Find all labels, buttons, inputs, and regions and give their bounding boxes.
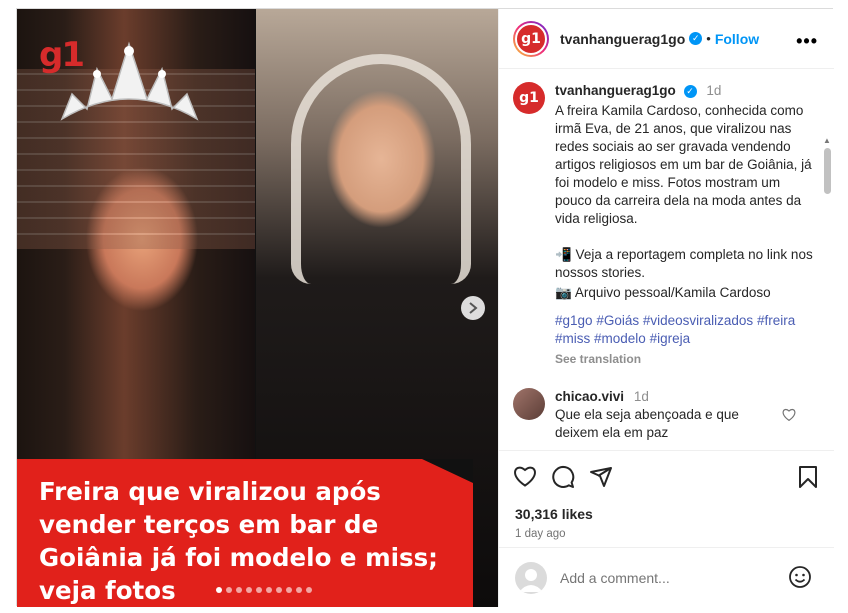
comments-scrollbar[interactable]: ▲ ▼ <box>822 134 832 450</box>
chevron-right-icon <box>469 302 478 314</box>
verified-icon: ✓ <box>689 32 703 45</box>
avatar[interactable]: g1 <box>513 20 549 57</box>
see-translation-button[interactable]: See translation <box>555 350 817 368</box>
caption-credit-line: 📷 Arquivo pessoal/Kamila Cardoso <box>555 285 771 300</box>
share-icon[interactable] <box>589 465 613 489</box>
comment-text: Que ela seja abençoada e que deixem ela … <box>555 407 739 440</box>
commenter-username[interactable]: chicao.vivi <box>555 389 624 404</box>
carousel-dot[interactable] <box>286 587 292 593</box>
photo-miss: g1 <box>17 9 255 459</box>
user-placeholder-icon <box>519 568 543 592</box>
more-options-button[interactable]: ••• <box>796 31 818 52</box>
current-user-avatar <box>515 561 547 594</box>
carousel-dot[interactable] <box>226 587 232 593</box>
caption-report-line: 📲 Veja a reportagem completa no link nos… <box>555 247 813 280</box>
carousel-dot[interactable] <box>246 587 252 593</box>
hashtag-link[interactable]: #videosviralizados <box>643 313 753 328</box>
like-count[interactable]: 30,316 likes <box>515 506 593 522</box>
carousel-dot[interactable] <box>266 587 272 593</box>
scroll-up-icon[interactable]: ▲ <box>823 136 831 145</box>
comment-input[interactable] <box>560 569 780 586</box>
scroll-thumb[interactable] <box>824 148 831 194</box>
post-sidebar: g1 tvanhanguerag1go ✓ • Follow ••• g1 tv… <box>498 9 834 607</box>
comment-icon[interactable] <box>551 465 575 489</box>
carousel-dot[interactable] <box>296 587 302 593</box>
carousel-dot[interactable] <box>256 587 262 593</box>
hashtag-link[interactable]: #g1go <box>555 313 593 328</box>
post-caption: A freira Kamila Cardoso, conhecida como … <box>555 103 812 226</box>
hashtag-link[interactable]: #igreja <box>650 331 691 346</box>
verified-icon: ✓ <box>683 84 697 98</box>
follow-button[interactable]: Follow <box>715 31 759 47</box>
carousel-dot[interactable] <box>306 587 312 593</box>
heart-icon[interactable] <box>513 465 537 487</box>
carousel-dots <box>216 587 312 593</box>
comment-composer <box>499 547 834 607</box>
post-caption-row: g1 tvanhanguerag1go ✓ 1d A freira Kamila… <box>513 82 817 368</box>
caption-username[interactable]: tvanhanguerag1go <box>555 83 676 98</box>
caption-time[interactable]: 1d <box>706 83 721 98</box>
hashtag-link[interactable]: #Goiás <box>596 313 639 328</box>
comment-time[interactable]: 1d <box>634 389 649 404</box>
hashtag-link[interactable]: #modelo <box>594 331 646 346</box>
comment-item: chicao.vivi 1d Que ela seja abençoada e … <box>513 388 785 442</box>
hashtag-link[interactable]: #miss <box>555 331 590 346</box>
commenter-avatar[interactable] <box>513 388 545 420</box>
post-timestamp[interactable]: 1 day ago <box>515 528 566 540</box>
avatar-logo: g1 <box>515 22 547 55</box>
bookmark-icon[interactable] <box>798 465 818 489</box>
carousel-dot[interactable] <box>236 587 242 593</box>
g1-watermark: g1 <box>39 35 85 75</box>
hashtag-link[interactable]: #freira <box>757 313 795 328</box>
hashtag-list: #g1go #Goiás #videosviralizados #freira … <box>555 312 817 348</box>
post-header: g1 tvanhanguerag1go ✓ • Follow ••• <box>499 9 834 69</box>
like-comment-icon[interactable] <box>782 408 796 421</box>
carousel-dot[interactable] <box>276 587 282 593</box>
emoji-icon[interactable] <box>788 565 812 589</box>
next-slide-button[interactable] <box>461 296 485 320</box>
post-dialog: g1 Freira que viralizou após vender terç… <box>16 8 834 607</box>
separator: • <box>706 31 711 46</box>
post-media[interactable]: g1 Freira que viralizou após vender terç… <box>17 9 498 607</box>
carousel-dot[interactable] <box>216 587 222 593</box>
header-username[interactable]: tvanhanguerag1go <box>560 31 685 47</box>
avatar[interactable]: g1 <box>513 82 545 114</box>
comments-section[interactable]: g1 tvanhanguerag1go ✓ 1d A freira Kamila… <box>499 70 834 450</box>
